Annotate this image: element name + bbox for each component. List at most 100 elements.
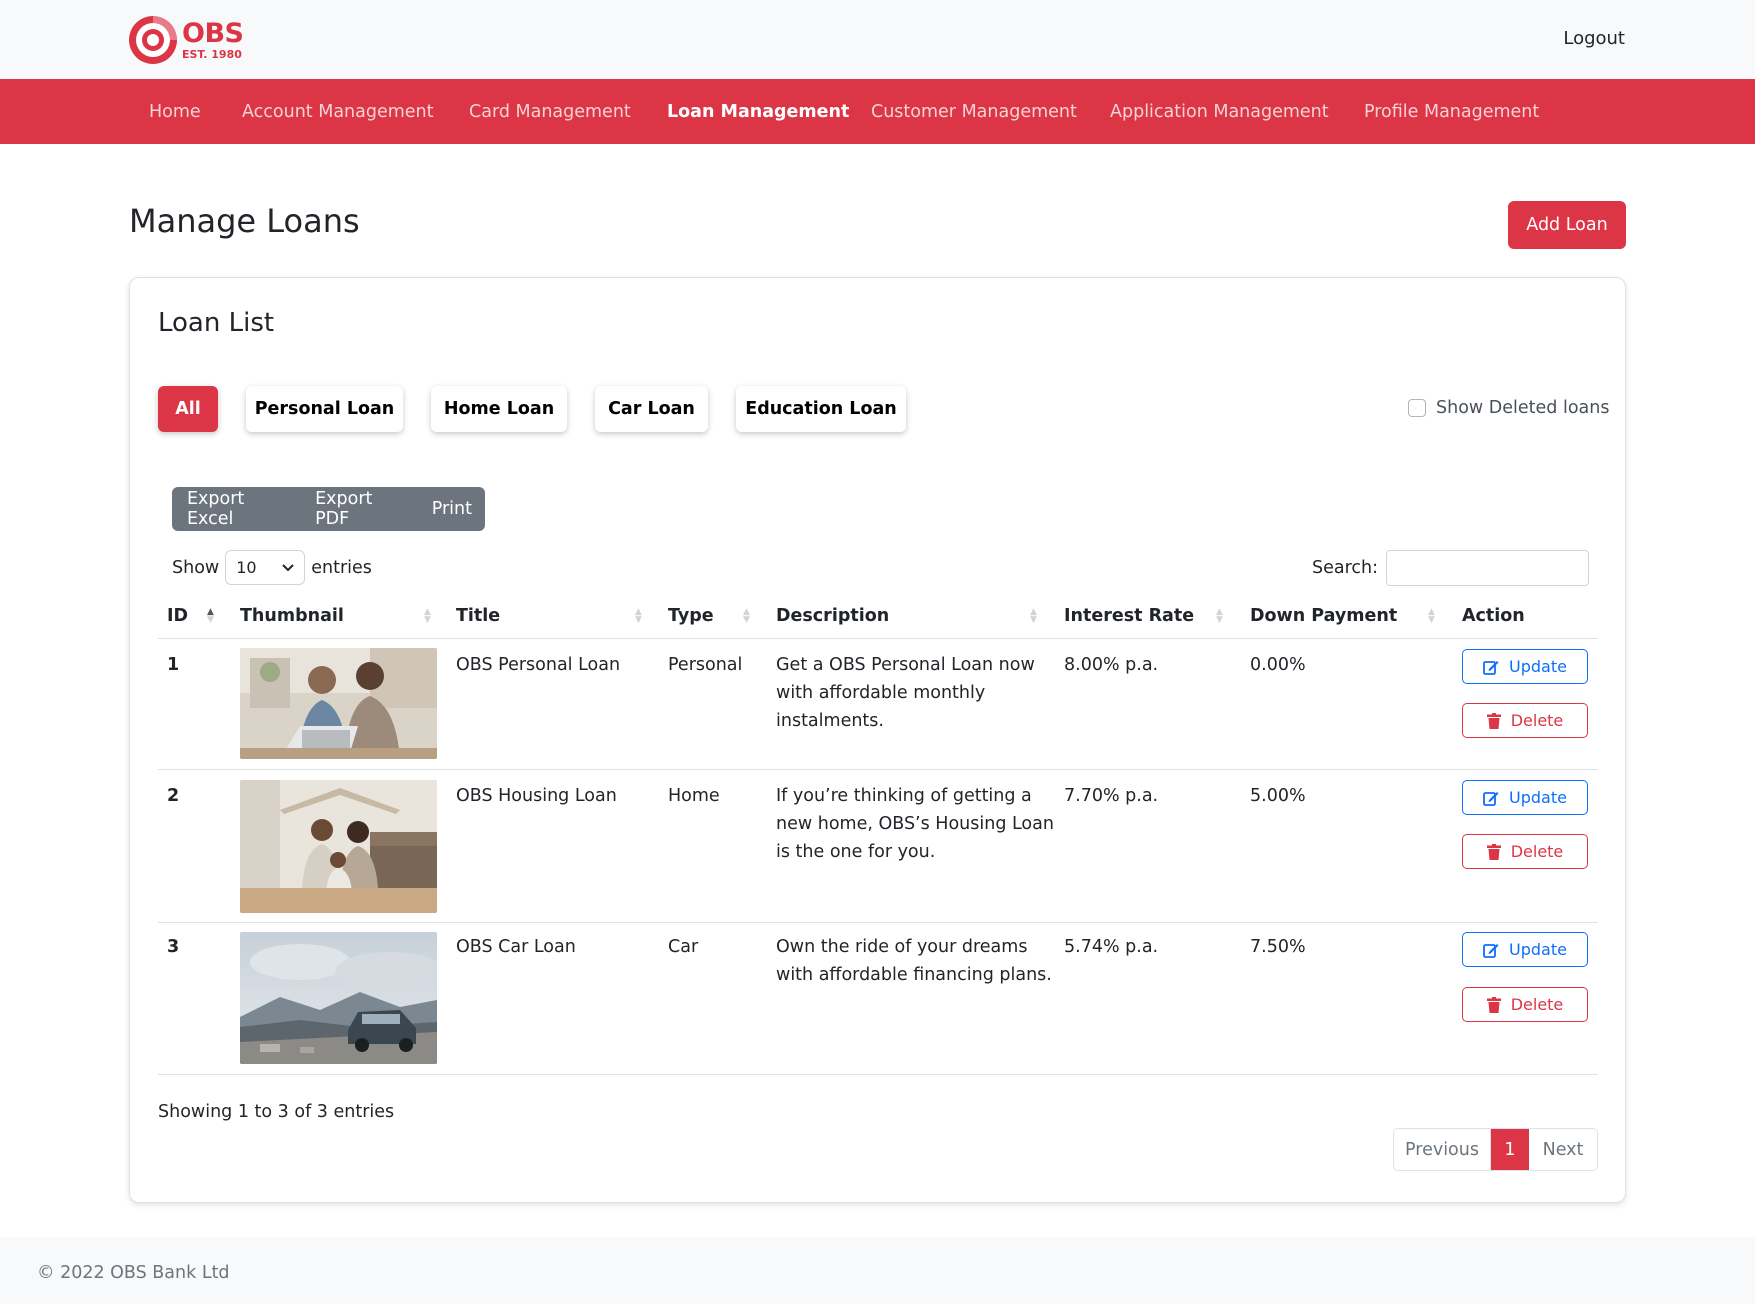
column-header-action: Action <box>1462 606 1525 626</box>
footer: © 2022 OBS Bank Ltd <box>0 1237 1755 1304</box>
page-size-select[interactable]: 10 <box>225 550 306 585</box>
loan-interest-rate: 5.74% p.a. <box>1064 937 1159 957</box>
page-size-control: Show 10 entries <box>172 550 372 585</box>
update-button[interactable]: Update <box>1462 780 1588 815</box>
filter-all-button[interactable]: All <box>158 386 218 432</box>
loan-down-payment: 0.00% <box>1250 655 1306 675</box>
loan-thumbnail <box>240 780 437 913</box>
table-header: ID ▲ ▼ Thumbnail ▲ ▼ Title ▲ ▼ Type ▲ ▼ Desc… <box>158 606 1598 639</box>
show-deleted-checkbox[interactable] <box>1408 399 1426 417</box>
loan-description: Get a OBS Personal Loan now with afforda… <box>776 651 1035 735</box>
logout-link[interactable]: Logout <box>1563 28 1625 49</box>
search-input[interactable] <box>1386 550 1590 586</box>
top-bar: OBS EST. 1980 Logout <box>0 0 1755 79</box>
loan-down-payment: 5.00% <box>1250 786 1306 806</box>
nav-item-card-management[interactable]: Card Management <box>469 102 631 122</box>
nav-item-loan-management[interactable]: Loan Management <box>667 102 849 122</box>
edit-icon <box>1483 791 1499 806</box>
table-info: Showing 1 to 3 of 3 entries <box>158 1102 395 1122</box>
column-header-down-payment[interactable]: Down Payment <box>1250 606 1397 626</box>
loan-thumbnail <box>240 648 437 759</box>
column-header-interest-rate[interactable]: Interest Rate <box>1064 606 1194 626</box>
family-under-roof-image <box>240 780 437 913</box>
sort-icon[interactable]: ▲ ▼ <box>207 608 214 625</box>
loan-title: OBS Housing Loan <box>456 786 617 806</box>
description-line: instalments. <box>776 711 884 731</box>
nav-item-account-management[interactable]: Account Management <box>242 102 434 122</box>
nav-item-application-management[interactable]: Application Management <box>1110 102 1329 122</box>
car-on-mountain-image <box>240 932 437 1064</box>
description-line: with affordable financing plans. <box>776 965 1052 985</box>
sort-icon[interactable]: ▲ ▼ <box>424 608 431 625</box>
description-line: is the one for you. <box>776 842 936 862</box>
sort-icon[interactable]: ▲ ▼ <box>635 608 642 625</box>
loan-type: Personal <box>668 655 743 675</box>
edit-icon <box>1483 943 1499 958</box>
nav-item-home[interactable]: Home <box>149 102 201 122</box>
delete-button[interactable]: Delete <box>1462 834 1588 869</box>
column-header-title[interactable]: Title <box>456 606 500 626</box>
trash-icon <box>1486 996 1501 1013</box>
print-button[interactable]: Print <box>419 499 485 519</box>
next-page-button[interactable]: Next <box>1529 1129 1597 1170</box>
description-line: If you’re thinking of getting a <box>776 786 1032 806</box>
sort-icon[interactable]: ▲ ▼ <box>1216 608 1223 625</box>
column-header-type[interactable]: Type <box>668 606 714 626</box>
update-button[interactable]: Update <box>1462 932 1588 967</box>
loan-id: 3 <box>167 937 180 957</box>
sort-icon[interactable]: ▲ ▼ <box>1428 608 1435 625</box>
table-row: 1 OBS Personal Loan Personal Get a OBS P… <box>158 639 1598 770</box>
description-line: Own the ride of your dreams <box>776 937 1028 957</box>
loan-id: 2 <box>167 786 180 806</box>
update-button[interactable]: Update <box>1462 649 1588 684</box>
page-title: Manage Loans <box>129 202 360 240</box>
filter-home-loan-button[interactable]: Home Loan <box>431 386 567 432</box>
nav-item-profile-management[interactable]: Profile Management <box>1364 102 1539 122</box>
trash-icon <box>1486 843 1501 860</box>
update-label: Update <box>1509 657 1567 676</box>
filter-car-loan-button[interactable]: Car Loan <box>595 386 708 432</box>
show-deleted-label: Show Deleted loans <box>1436 398 1610 418</box>
copyright-text: © 2022 OBS Bank Ltd <box>37 1263 230 1283</box>
main-nav: Home Account Management Card Management … <box>0 79 1755 144</box>
filter-personal-loan-button[interactable]: Personal Loan <box>246 386 403 432</box>
show-deleted-toggle[interactable]: Show Deleted loans <box>1408 398 1609 418</box>
filter-education-loan-button[interactable]: Education Loan <box>736 386 906 432</box>
loan-type: Home <box>668 786 720 806</box>
edit-icon <box>1483 660 1499 675</box>
delete-label: Delete <box>1510 711 1564 730</box>
column-header-id[interactable]: ID <box>167 606 188 626</box>
chevron-down-icon <box>282 563 294 571</box>
delete-button[interactable]: Delete <box>1462 703 1588 738</box>
pagination: Previous 1 Next <box>1393 1128 1598 1171</box>
search-label: Search: <box>1312 558 1379 578</box>
previous-page-button[interactable]: Previous <box>1394 1129 1491 1170</box>
description-line: new home, OBS’s Housing Loan <box>776 814 1054 834</box>
add-loan-button[interactable]: Add Loan <box>1508 201 1626 249</box>
loan-description: Own the ride of your dreams with afforda… <box>776 933 1052 989</box>
sort-icon[interactable]: ▲ ▼ <box>743 608 750 625</box>
obs-logo[interactable]: OBS EST. 1980 <box>128 14 248 66</box>
page-1-button[interactable]: 1 <box>1491 1129 1529 1170</box>
search-control: Search: <box>1312 550 1590 586</box>
page-size-value: 10 <box>236 558 257 577</box>
trash-icon <box>1486 712 1501 729</box>
loan-thumbnail <box>240 932 437 1064</box>
sort-icon[interactable]: ▲ ▼ <box>1030 608 1037 625</box>
loan-interest-rate: 7.70% p.a. <box>1064 786 1159 806</box>
delete-button[interactable]: Delete <box>1462 987 1588 1022</box>
description-line: with affordable monthly <box>776 683 986 703</box>
couple-at-laptop-image <box>240 648 437 759</box>
card-title: Loan List <box>158 308 275 338</box>
export-excel-button[interactable]: Export Excel <box>172 489 302 529</box>
column-header-description[interactable]: Description <box>776 606 889 626</box>
nav-item-customer-management[interactable]: Customer Management <box>871 102 1077 122</box>
loan-title: OBS Personal Loan <box>456 655 621 675</box>
export-pdf-button[interactable]: Export PDF <box>302 489 419 529</box>
update-label: Update <box>1509 788 1567 807</box>
loan-interest-rate: 8.00% p.a. <box>1064 655 1159 675</box>
column-header-thumbnail[interactable]: Thumbnail <box>240 606 344 626</box>
table-row: 2 OBS Housing Loan Home If you’re thinki… <box>158 770 1598 923</box>
export-button-group: Export Excel Export PDF Print <box>172 487 485 531</box>
loan-description: If you’re thinking of getting a new home… <box>776 782 1054 866</box>
